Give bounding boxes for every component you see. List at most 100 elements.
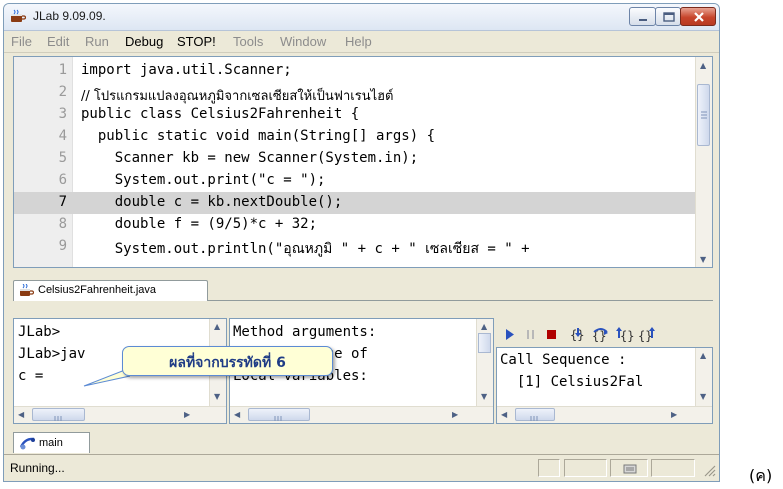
app-window: JLab 9.09.09. File Edit Run Debug STOP! … [3,3,720,482]
line-number: 1 [58,62,67,78]
pause-button[interactable] [521,326,540,343]
coffee-cup-icon [20,284,34,296]
memory-icon [623,464,637,474]
close-icon [694,12,704,22]
code-text: Scanner kb = new Scanner(System.in); [81,150,419,166]
scrollbar-thumb[interactable] [478,333,491,353]
line-number: 8 [58,216,67,232]
grip-icon [701,111,707,119]
variables-line: Method arguments: [233,324,377,340]
scroll-down-icon[interactable]: ▼ [700,255,706,264]
line-number: 4 [58,128,67,144]
line-number: 7 [58,194,67,210]
code-line[interactable]: 2 // โปรแกรมแปลงอุณหภูมิจากเซลเซียสให้เป… [14,82,697,104]
status-text: Running... [10,461,65,475]
menu-run[interactable]: Run [85,34,109,49]
resize-grip-icon[interactable] [703,464,717,478]
pause-icon [527,330,534,339]
console-line: JLab>jav [18,346,86,362]
call-stack-pane[interactable]: Call Sequence : [1] Celsius2Fal ▲ ▼ ◀ ▶ [496,347,713,424]
status-cell [651,459,695,477]
scroll-up-icon[interactable]: ▲ [481,322,487,331]
grip-icon [54,416,62,421]
scroll-left-icon[interactable]: ◀ [234,410,240,419]
scrollbar-thumb[interactable] [515,408,555,421]
code-line[interactable]: 4 public static void main(String[] args)… [14,126,697,148]
menu-tools[interactable]: Tools [233,34,263,49]
callstack-line: [1] Celsius2Fal [500,374,644,390]
stop-button[interactable] [542,326,561,343]
code-line[interactable]: 6 System.out.print("c = "); [14,170,697,192]
scroll-up-icon[interactable]: ▲ [214,322,220,331]
title-bar[interactable]: JLab 9.09.09. [4,4,719,31]
menu-help[interactable]: Help [345,34,372,49]
menu-file[interactable]: File [11,34,32,49]
menu-stop[interactable]: STOP! [177,34,216,49]
menu-edit[interactable]: Edit [47,34,69,49]
scrollbar-thumb[interactable] [697,84,710,146]
close-button[interactable] [680,7,716,26]
status-cell [610,459,648,477]
step-into-button[interactable]: {} [569,326,588,343]
scroll-right-icon[interactable]: ▶ [671,410,677,419]
status-bar: Running... [4,454,719,481]
variables-horizontal-scrollbar[interactable]: ◀ ▶ [230,406,493,423]
scroll-down-icon[interactable]: ▼ [481,392,487,401]
step-return-icon: {} [638,327,655,343]
code-line[interactable]: 3 public class Celsius2Fahrenheit { [14,104,697,126]
annotation-callout: ผลที่จากบรรทัดที่ 6 [122,346,333,376]
thread-tab-main[interactable]: main [13,432,90,453]
run-button[interactable] [500,326,519,343]
active-code-line[interactable]: 7 double c = kb.nextDouble(); [14,192,697,214]
step-into-icon: {} [570,328,584,342]
maximize-button[interactable] [655,7,681,26]
scroll-right-icon[interactable]: ▶ [184,410,190,419]
step-return-button[interactable]: {} [637,326,656,343]
step-out-button[interactable]: {} [615,326,634,343]
maximize-icon [663,12,675,22]
scroll-left-icon[interactable]: ◀ [18,410,24,419]
editor-vertical-scrollbar[interactable]: ▲ ▼ [695,57,712,267]
code-line[interactable]: 5 Scanner kb = new Scanner(System.in); [14,148,697,170]
scroll-up-icon[interactable]: ▲ [700,351,706,360]
code-text: double c = kb.nextDouble(); [81,194,343,210]
menu-window[interactable]: Window [280,34,326,49]
stop-icon [547,330,556,339]
code-line[interactable]: 9 System.out.println("อุณหภูมิ " + c + "… [14,236,697,258]
code-text: double f = (9/5)*c + 32; [81,216,318,232]
console-line: c = [18,368,52,384]
grip-icon [274,416,282,421]
minimize-button[interactable] [629,7,656,26]
scroll-left-icon[interactable]: ◀ [501,410,507,419]
code-comment: // โปรแกรมแปลงอุณหภูมิจากเซลเซียสให้เป็น… [81,89,394,104]
scroll-up-icon[interactable]: ▲ [700,61,706,70]
menu-debug[interactable]: Debug [125,34,163,49]
scrollbar-thumb[interactable] [248,408,310,421]
code-editor[interactable]: 1 import java.util.Scanner; 2 // โปรแกรม… [13,56,713,268]
code-line[interactable]: 8 double f = (9/5)*c + 32; [14,214,697,236]
file-tab[interactable]: Celsius2Fahrenheit.java [13,280,208,301]
code-text: System.out.print("c = "); [81,172,326,188]
variables-vertical-scrollbar[interactable]: ▲ ▼ [476,319,493,407]
console-horizontal-scrollbar[interactable]: ◀ ▶ [14,406,226,423]
scroll-down-icon[interactable]: ▼ [700,392,706,401]
status-cell [538,459,560,477]
callstack-vertical-scrollbar[interactable]: ▲ ▼ [695,348,712,407]
code-line[interactable]: 1 import java.util.Scanner; [14,60,697,82]
scrollbar-thumb[interactable] [32,408,85,421]
scroll-right-icon[interactable]: ▶ [452,410,458,419]
line-number: 5 [58,150,67,166]
callstack-horizontal-scrollbar[interactable]: ◀ ▶ [497,406,712,423]
scroll-down-icon[interactable]: ▼ [214,392,220,401]
menu-bar: File Edit Run Debug STOP! Tools Window H… [4,31,719,53]
code-text: public static void main(String[] args) { [81,128,436,144]
console-line: JLab> [18,324,61,340]
step-over-button[interactable]: {} [591,326,610,343]
minimize-icon [639,19,647,21]
callout-text: ผลที่จากบรรทัดที่ 6 [169,355,286,371]
line-number: 2 [58,84,67,100]
thread-tab-label: main [39,437,63,449]
step-over-icon: {} [592,328,608,343]
step-out-icon: {} [616,327,634,343]
window-title: JLab 9.09.09. [33,9,106,23]
